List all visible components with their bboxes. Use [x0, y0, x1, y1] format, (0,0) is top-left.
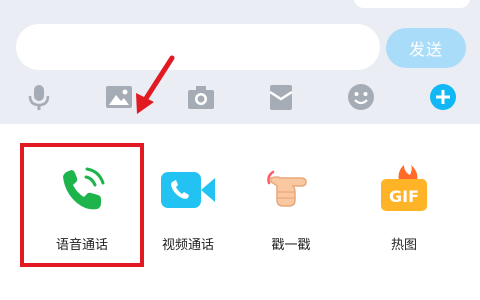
message-bubble: [354, 0, 470, 8]
hot-image-label: 热图: [390, 238, 417, 253]
microphone-icon[interactable]: [24, 82, 54, 112]
highlight-box: [20, 143, 144, 267]
plus-icon[interactable]: [428, 82, 458, 112]
emoji-icon[interactable]: [346, 82, 376, 112]
svg-text:GIF: GIF: [389, 187, 419, 206]
video-call-tile[interactable]: 视频通话: [133, 150, 243, 260]
video-call-label: 视频通话: [161, 238, 214, 253]
gif-icon: GIF: [372, 158, 436, 222]
picture-icon[interactable]: [104, 82, 134, 112]
send-button[interactable]: 发送: [386, 28, 466, 68]
video-call-icon: [156, 158, 220, 222]
camera-icon[interactable]: [186, 82, 216, 112]
hot-image-tile[interactable]: GIF 热图: [349, 150, 459, 260]
red-packet-icon[interactable]: [266, 82, 296, 112]
poke-tile[interactable]: 戳一戳: [236, 150, 346, 260]
poke-label: 戳一戳: [271, 238, 311, 253]
message-input[interactable]: [16, 24, 380, 70]
poke-hand-icon: [259, 158, 323, 222]
